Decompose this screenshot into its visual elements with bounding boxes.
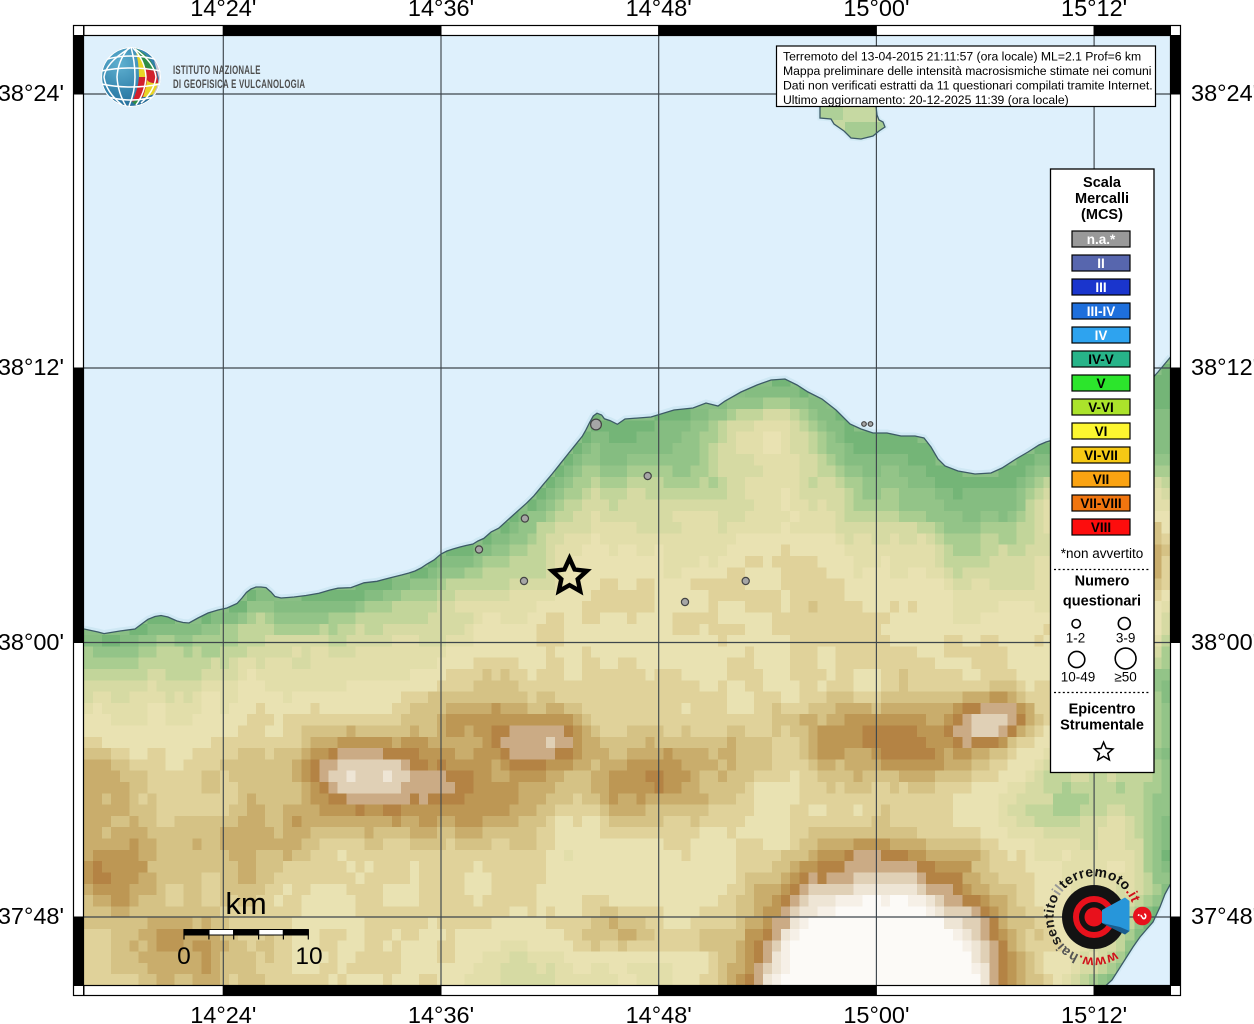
svg-text:n.a.*: n.a.* bbox=[1087, 232, 1116, 247]
svg-text:IV: IV bbox=[1095, 328, 1108, 343]
svg-text:10-49: 10-49 bbox=[1061, 670, 1096, 685]
svg-text:38°24': 38°24' bbox=[0, 80, 64, 106]
svg-text:15°00': 15°00' bbox=[843, 1002, 909, 1024]
svg-text:14°24': 14°24' bbox=[190, 1002, 256, 1024]
svg-text:38°24': 38°24' bbox=[1191, 80, 1254, 106]
svg-text:Strumentale: Strumentale bbox=[1060, 718, 1144, 734]
svg-text:II: II bbox=[1097, 256, 1105, 271]
svg-text:15°12': 15°12' bbox=[1061, 1002, 1127, 1024]
svg-text:14°36': 14°36' bbox=[408, 1002, 474, 1024]
svg-text:38°00': 38°00' bbox=[0, 629, 64, 655]
svg-text:Terremoto del 13-04-2015 21:11: Terremoto del 13-04-2015 21:11:57 (ora l… bbox=[783, 49, 1141, 63]
svg-text:Mercalli: Mercalli bbox=[1075, 191, 1129, 207]
svg-text:VI: VI bbox=[1095, 424, 1108, 439]
svg-text:Scala: Scala bbox=[1083, 175, 1122, 191]
svg-text:*non avvertito: *non avvertito bbox=[1061, 546, 1144, 561]
svg-text:37°48': 37°48' bbox=[0, 903, 64, 929]
svg-text:VII-VIII: VII-VIII bbox=[1080, 496, 1121, 511]
svg-text:10: 10 bbox=[295, 943, 322, 970]
svg-text:14°48': 14°48' bbox=[626, 1002, 692, 1024]
svg-text:15°00': 15°00' bbox=[843, 0, 909, 21]
svg-text:37°48': 37°48' bbox=[1191, 903, 1254, 929]
svg-text:3-9: 3-9 bbox=[1116, 631, 1136, 646]
svg-text:38°00': 38°00' bbox=[1191, 629, 1254, 655]
svg-text:km: km bbox=[225, 886, 266, 921]
svg-text:38°12': 38°12' bbox=[1191, 354, 1254, 380]
svg-text:VIII: VIII bbox=[1091, 520, 1111, 535]
svg-text:1-2: 1-2 bbox=[1066, 631, 1086, 646]
svg-text:Epicentro: Epicentro bbox=[1069, 702, 1136, 718]
svg-text:14°48': 14°48' bbox=[626, 0, 692, 21]
svg-text:≥50: ≥50 bbox=[1114, 670, 1136, 685]
svg-text:0: 0 bbox=[177, 943, 191, 970]
svg-text:Mappa preliminare delle intens: Mappa preliminare delle intensità macros… bbox=[783, 64, 1152, 78]
svg-text:V-VI: V-VI bbox=[1088, 400, 1114, 415]
svg-text:38°12': 38°12' bbox=[0, 354, 64, 380]
svg-text:Dati non verificati estratti d: Dati non verificati estratti da 11 quest… bbox=[783, 78, 1153, 92]
svg-text:ISTITUTO NAZIONALE: ISTITUTO NAZIONALE bbox=[173, 65, 261, 78]
svg-text:VII: VII bbox=[1093, 472, 1110, 487]
svg-text:15°12': 15°12' bbox=[1061, 0, 1127, 21]
svg-text:(MCS): (MCS) bbox=[1081, 207, 1123, 223]
svg-text:14°36': 14°36' bbox=[408, 0, 474, 21]
svg-text:Numero: Numero bbox=[1075, 574, 1130, 590]
svg-text:VI-VII: VI-VII bbox=[1084, 448, 1118, 463]
svg-text:questionari: questionari bbox=[1063, 594, 1141, 610]
svg-text:14°24': 14°24' bbox=[190, 0, 256, 21]
svg-text:DI GEOFISICA E VULCANOLOGIA: DI GEOFISICA E VULCANOLOGIA bbox=[173, 79, 306, 92]
svg-text:V: V bbox=[1096, 376, 1105, 391]
svg-text:III: III bbox=[1095, 280, 1106, 295]
svg-text:Ultimo aggiornamento: 20-12-20: Ultimo aggiornamento: 20-12-2025 11:39 (… bbox=[783, 93, 1069, 107]
svg-text:IV-V: IV-V bbox=[1088, 352, 1114, 367]
svg-text:III-IV: III-IV bbox=[1087, 304, 1116, 319]
